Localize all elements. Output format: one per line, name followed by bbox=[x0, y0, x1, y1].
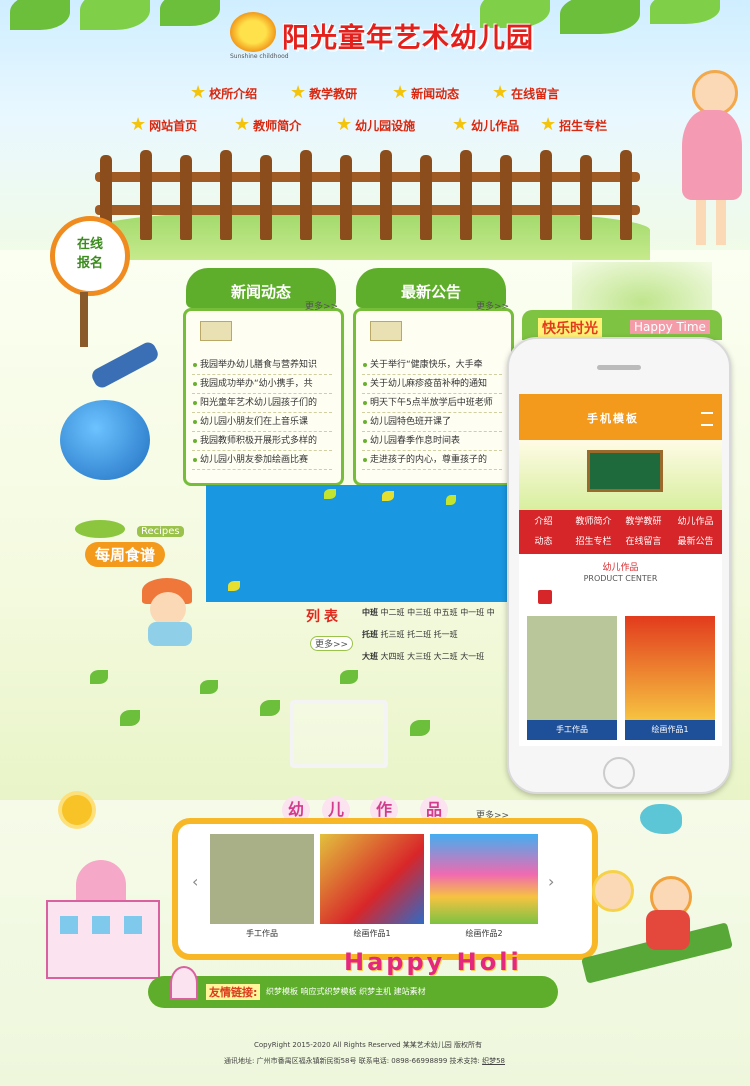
work-caption: 手工作品 bbox=[246, 929, 278, 938]
weekly-recipes[interactable]: Recipes 每周食谱 bbox=[75, 520, 185, 568]
friend-links-list: 织梦模板 响应式织梦模板 织梦主机 建站素材 bbox=[266, 987, 426, 996]
footer-address: 通讯地址: 广州市番禺区福永镇新民街58号 联系电话: 0898-6699889… bbox=[224, 1057, 506, 1065]
list-item[interactable]: 幼儿园小朋友们在上音乐课 bbox=[192, 413, 332, 432]
bird-icon bbox=[640, 804, 682, 834]
list-item[interactable]: 我园举办幼儿膳食与营养知识 bbox=[192, 356, 332, 375]
works-next-arrow[interactable]: › bbox=[548, 872, 554, 891]
support-link[interactable]: 织梦58 bbox=[482, 1057, 505, 1065]
friend-links-label: 友情链接: bbox=[206, 984, 261, 1000]
mobile-title: 手机模板 bbox=[587, 412, 639, 425]
work-item[interactable] bbox=[210, 834, 314, 924]
banner-slide[interactable] bbox=[206, 485, 544, 602]
list-item[interactable]: 我园教师积极开展形式多样的 bbox=[192, 432, 332, 451]
list-item[interactable]: 明天下午5点半放学后中班老师 bbox=[362, 394, 502, 413]
mobile-product-card[interactable]: 手工作品 bbox=[527, 616, 617, 740]
globe-illustration bbox=[60, 400, 150, 480]
star-icon: ★ bbox=[130, 114, 147, 135]
mobile-header: 手机模板 bbox=[519, 394, 722, 440]
list-item[interactable]: 幼儿园春季作息时间表 bbox=[362, 432, 502, 451]
list-item[interactable]: 幼儿园特色班开课了 bbox=[362, 413, 502, 432]
house-icon bbox=[170, 966, 198, 1000]
building-icon bbox=[370, 321, 402, 341]
home-button[interactable] bbox=[603, 757, 635, 789]
star-icon: ★ bbox=[234, 114, 251, 135]
mobile-section-sub: PRODUCT CENTER bbox=[583, 574, 658, 583]
signpost bbox=[80, 292, 88, 347]
mobile-product-card[interactable]: 绘画作品1 bbox=[625, 616, 715, 740]
logo[interactable]: Sunshine childhood 阳光童年艺术幼儿园 bbox=[230, 12, 540, 60]
sun-icon bbox=[62, 795, 92, 825]
list-item[interactable]: 关于举行“健康快乐，大手牵 bbox=[362, 356, 502, 375]
chalkboard-icon bbox=[587, 450, 663, 492]
friend-links-bar: 友情链接: 织梦模板 响应式织梦模板 织梦主机 建站素材 bbox=[148, 966, 558, 1008]
peapod-icon bbox=[75, 520, 125, 538]
list-item[interactable]: 幼儿园小朋友参加绘画比赛 bbox=[192, 451, 332, 470]
building-icon bbox=[200, 321, 232, 341]
online-signup-badge[interactable]: 在线 报名 bbox=[50, 216, 130, 296]
star-icon: ★ bbox=[290, 82, 307, 103]
menu-icon[interactable] bbox=[701, 412, 713, 426]
star-icon: ★ bbox=[190, 82, 207, 103]
notice-list: 关于举行“健康快乐，大手牵 关于幼儿麻疹疫苗补种的通知 明天下午5点半放学后中班… bbox=[362, 356, 502, 470]
news-list: 我园举办幼儿膳食与营养知识 我园成功举办“幼小携手，共 阳光童年艺术幼儿园孩子们… bbox=[192, 356, 332, 470]
phone-speaker bbox=[597, 365, 641, 370]
star-icon: ★ bbox=[492, 82, 509, 103]
class-list: 中班 中二班 中三班 中五班 中一班 中 托班 托三班 托二班 托一班 大班 大… bbox=[362, 608, 495, 661]
kids-on-pencil-illustration bbox=[570, 870, 740, 984]
class-more-link[interactable]: 更多>> bbox=[310, 636, 354, 651]
notice-panel: 关于举行“健康快乐，大手牵 关于幼儿麻疹疫苗补种的通知 明天下午5点半放学后中班… bbox=[353, 308, 514, 486]
sun-logo-icon bbox=[230, 12, 276, 52]
mobile-arrow-button[interactable] bbox=[538, 590, 552, 604]
nav-item-teaching[interactable]: ★ 教学教研 bbox=[290, 84, 357, 102]
mobile-nav: 介绍 教师简介 教学教研 幼儿作品 动态 招生专栏 在线留言 最新公告 bbox=[519, 510, 722, 554]
star-icon: ★ bbox=[392, 82, 409, 103]
class-list-title: 列表 bbox=[306, 609, 342, 625]
kids-playing-illustration bbox=[572, 262, 712, 312]
logo-subtitle: Sunshine childhood bbox=[230, 53, 289, 60]
nav-item-news[interactable]: ★ 新闻动态 bbox=[392, 84, 459, 102]
nav-item-teachers[interactable]: ★ 教师简介 bbox=[234, 116, 301, 134]
work-caption: 绘画作品2 bbox=[465, 929, 503, 938]
list-item[interactable]: 我园成功举办“幼小携手，共 bbox=[192, 375, 332, 394]
mobile-screen: 手机模板 介绍 教师简介 教学教研 幼儿作品 动态 招生专栏 在线留言 最新公告… bbox=[519, 394, 722, 746]
girl-illustration bbox=[682, 70, 742, 250]
work-item[interactable] bbox=[320, 834, 424, 924]
nav-item-facilities[interactable]: ★ 幼儿园设施 bbox=[336, 116, 415, 134]
mobile-section-title: 幼儿作品 bbox=[602, 563, 639, 573]
site-title: 阳光童年艺术幼儿园 bbox=[282, 23, 534, 54]
star-icon: ★ bbox=[452, 114, 469, 135]
star-icon: ★ bbox=[336, 114, 353, 135]
boy-illustration bbox=[142, 578, 202, 648]
happy-holi-text: Happy Holi bbox=[344, 948, 522, 976]
work-caption: 绘画作品1 bbox=[353, 929, 391, 938]
nav-item-works[interactable]: ★ 幼儿作品 bbox=[452, 116, 519, 134]
mobile-banner[interactable] bbox=[519, 440, 722, 510]
list-item[interactable]: 阳光童年艺术幼儿园孩子们的 bbox=[192, 394, 332, 413]
work-item[interactable] bbox=[430, 834, 538, 924]
house-illustration bbox=[36, 860, 166, 980]
nav-item-message[interactable]: ★ 在线留言 bbox=[492, 84, 559, 102]
list-item[interactable]: 关于幼儿麻疹疫苗补种的通知 bbox=[362, 375, 502, 394]
news-panel: 我园举办幼儿膳食与营养知识 我园成功举办“幼小携手，共 阳光童年艺术幼儿园孩子们… bbox=[183, 308, 344, 486]
star-icon: ★ bbox=[540, 114, 557, 135]
works-prev-arrow[interactable]: ‹ bbox=[192, 872, 198, 891]
footer-copyright: CopyRight 2015-2020 All Rights Reserved … bbox=[254, 1041, 483, 1049]
list-item[interactable]: 走进孩子的内心，尊重孩子的 bbox=[362, 451, 502, 470]
news-more-link[interactable]: 更多>> bbox=[305, 299, 338, 312]
notice-more-link[interactable]: 更多>> bbox=[476, 299, 509, 312]
nav-item-admission[interactable]: ★ 招生专栏 bbox=[540, 116, 607, 134]
nav-item-about[interactable]: ★ 校所介绍 bbox=[190, 84, 257, 102]
nav-item-home[interactable]: ★ 网站首页 bbox=[130, 116, 197, 134]
